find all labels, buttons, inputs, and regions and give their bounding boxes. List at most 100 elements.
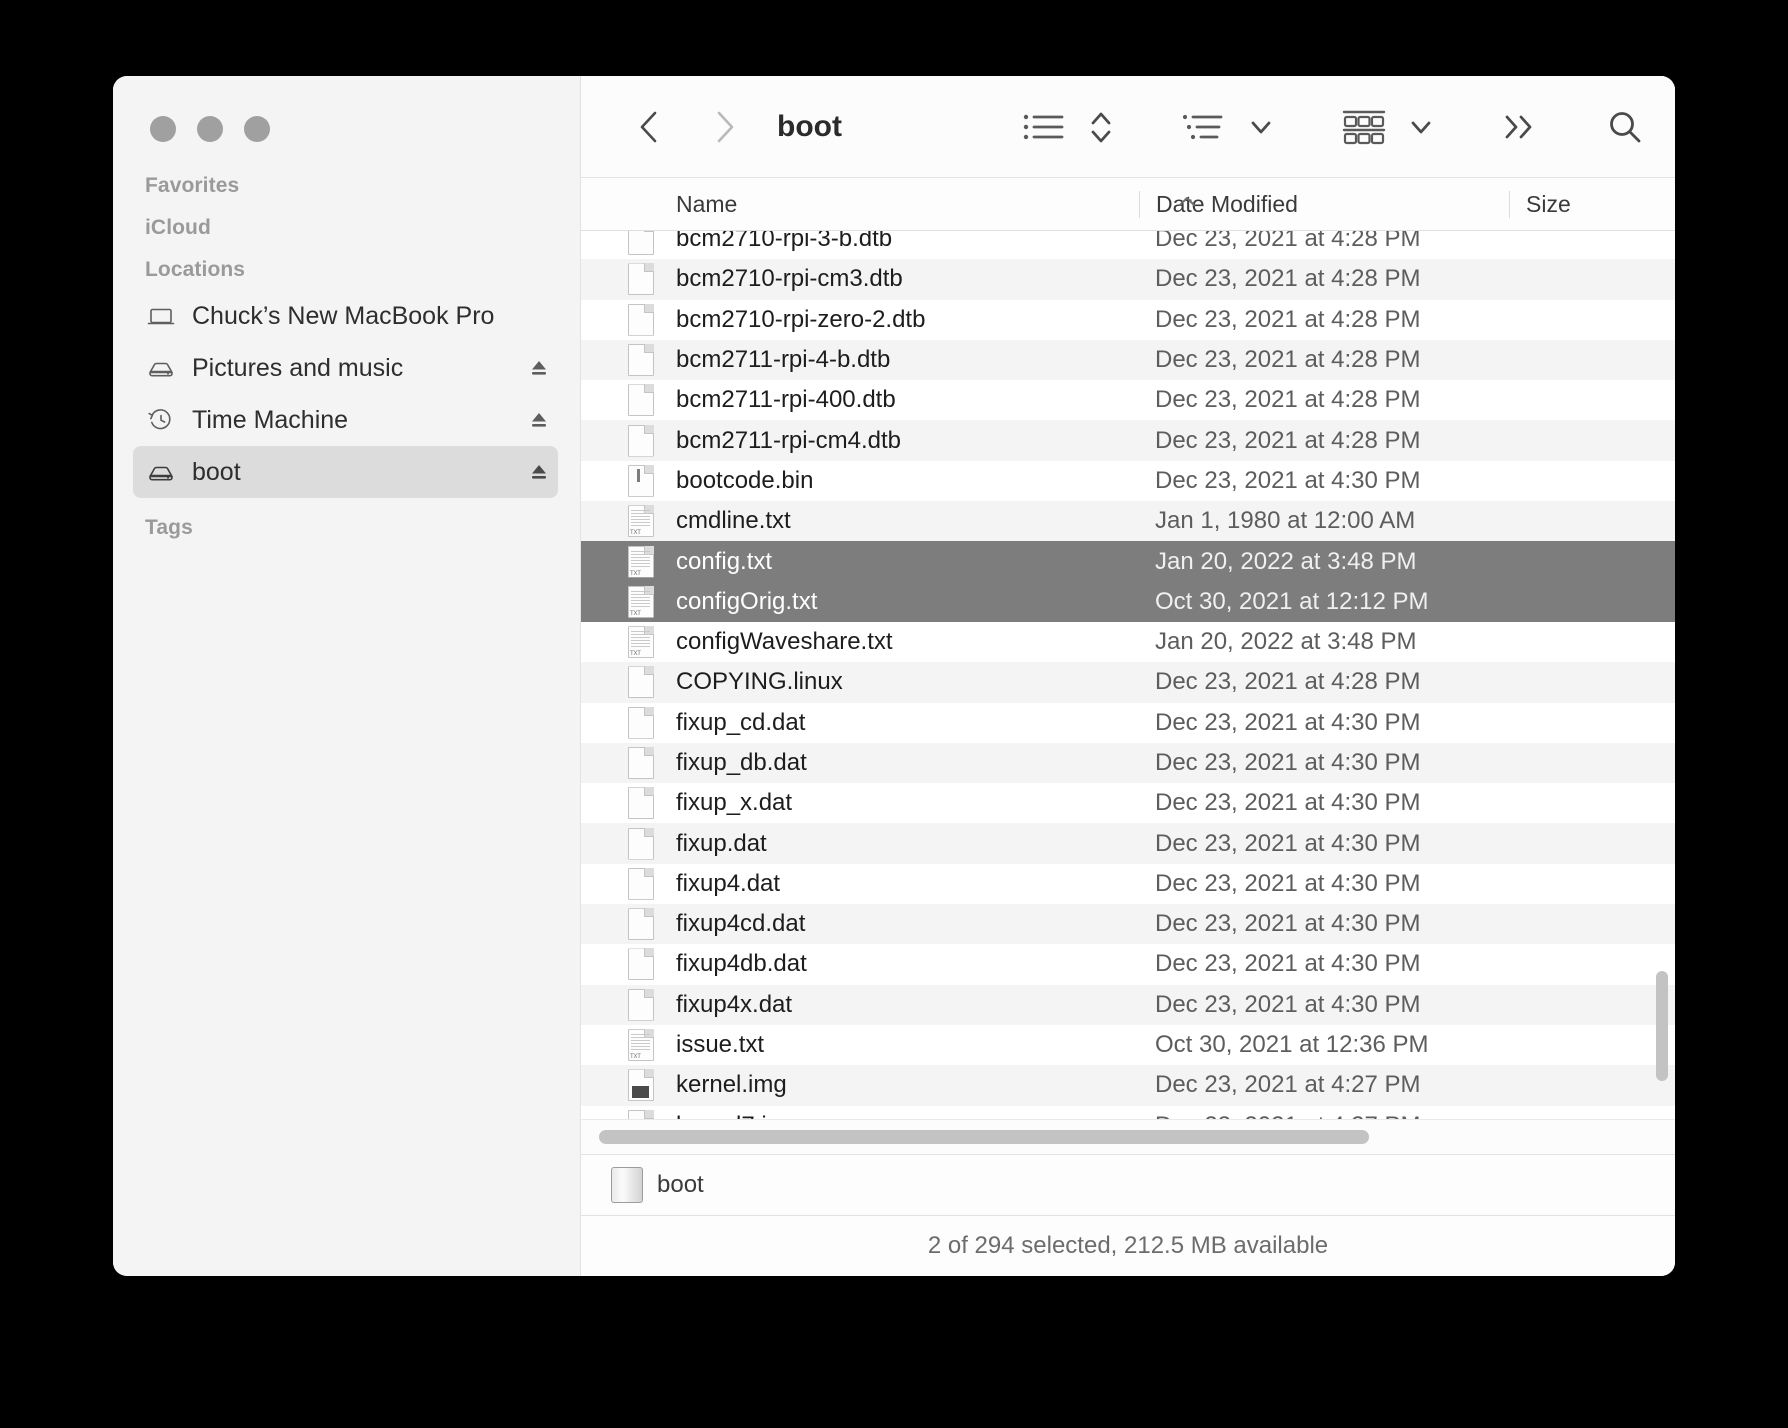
group-by-chevron-icon[interactable] [1233, 101, 1281, 153]
eject-icon[interactable] [526, 355, 552, 381]
file-name-cell: cmdline.txt [676, 507, 791, 535]
generic-file-icon [628, 666, 654, 699]
eject-icon[interactable] [526, 459, 552, 485]
file-row[interactable]: bcm2711-rpi-400.dtb Dec 23, 2021 at 4:28 … [581, 380, 1675, 420]
back-button[interactable] [625, 102, 675, 152]
eject-icon[interactable] [526, 407, 552, 433]
file-icon-cell: TXT [581, 626, 676, 659]
finder-sidebar: Favorites iCloud Locations Chuck’s New M… [113, 76, 581, 1276]
finder-main-pane: boot Name Date Modified Size bcm2710-rpi… [581, 76, 1675, 1276]
column-header-name[interactable]: Name [581, 191, 1139, 218]
sort-ascending-icon[interactable] [1176, 193, 1198, 215]
file-name-cell: bcm2710-rpi-zero-2.dtb [676, 305, 926, 333]
file-row[interactable]: bootcode.bin Dec 23, 2021 at 4:30 PM [581, 461, 1675, 501]
file-row[interactable]: COPYING.linux Dec 23, 2021 at 4:28 PM [581, 662, 1675, 703]
more-toolbar-icon[interactable] [1495, 101, 1545, 153]
file-date-cell: Jan 20, 2022 at 3:48 PM [1155, 628, 1417, 656]
sidebar-item-pictures-and-music[interactable]: Pictures and music [133, 342, 558, 394]
file-date-cell: Dec 23, 2021 at 4:27 PM [1155, 1071, 1421, 1099]
file-row[interactable]: fixup_cd.dat Dec 23, 2021 at 4:30 PM [581, 703, 1675, 743]
finder-window: Favorites iCloud Locations Chuck’s New M… [113, 76, 1675, 1276]
file-name-cell: fixup4cd.dat [676, 910, 806, 938]
file-list: bcm2710-rpi-3-b.dtb Dec 23, 2021 at 4:28 … [581, 231, 1675, 1119]
file-name-cell: configOrig.txt [676, 587, 818, 615]
sidebar-item-macbook-pro[interactable]: Chuck’s New MacBook Pro [133, 290, 558, 342]
file-row[interactable]: TXT configWaveshare.txt Jan 20, 2022 at 3:… [581, 622, 1675, 662]
file-icon-cell [581, 827, 676, 860]
file-icon-cell [581, 908, 676, 941]
file-row[interactable]: fixup4x.dat Dec 23, 2021 at 4:30 PM [581, 984, 1675, 1025]
file-name-cell: fixup.dat [676, 829, 767, 857]
file-row[interactable]: fixup4db.dat Dec 23, 2021 at 4:30 PM [581, 944, 1675, 984]
column-header-size[interactable]: Size [1509, 190, 1675, 218]
item-arrangement-icon[interactable] [1335, 101, 1393, 153]
sidebar-item-boot[interactable]: boot [133, 446, 558, 498]
file-row[interactable]: fixup4.dat Dec 23, 2021 at 4:30 PM [581, 864, 1675, 904]
file-date-cell: Dec 23, 2021 at 4:28 PM [1155, 386, 1421, 414]
forward-button[interactable] [699, 102, 749, 152]
view-mode-stepper-icon[interactable] [1073, 101, 1121, 153]
file-date-cell: Dec 23, 2021 at 4:30 PM [1155, 466, 1421, 494]
file-date-cell: Jan 1, 1980 at 12:00 AM [1155, 507, 1416, 535]
window-traffic-lights [113, 76, 580, 142]
file-row[interactable]: TXT cmdline.txt Jan 1, 1980 at 12:00 AM [581, 501, 1675, 542]
file-date-cell: Dec 23, 2021 at 4:28 PM [1155, 668, 1421, 696]
file-icon-cell [581, 424, 676, 457]
file-row[interactable]: bcm2711-rpi-cm4.dtb Dec 23, 2021 at 4:28 … [581, 420, 1675, 461]
drive-icon [611, 1167, 643, 1203]
file-icon-cell [581, 666, 676, 699]
search-icon[interactable] [1599, 101, 1651, 153]
file-date-cell: Dec 23, 2021 at 4:28 PM [1155, 231, 1421, 253]
laptop-icon [146, 301, 176, 331]
sidebar-item-time-machine[interactable]: Time Machine [133, 394, 558, 446]
sidebar-section-locations: Locations [145, 258, 246, 281]
close-button[interactable] [150, 116, 176, 142]
file-row[interactable]: fixup_x.dat Dec 23, 2021 at 4:30 PM [581, 783, 1675, 823]
file-date-cell: Oct 30, 2021 at 12:12 PM [1155, 587, 1429, 615]
generic-file-icon [628, 303, 654, 336]
text-file-icon: TXT [628, 1029, 654, 1062]
file-list-scroll-area[interactable]: bcm2710-rpi-3-b.dtb Dec 23, 2021 at 4:28 … [581, 231, 1675, 1119]
horizontal-scrollbar-track[interactable] [581, 1119, 1675, 1154]
file-row[interactable]: bcm2710-rpi-zero-2.dtb Dec 23, 2021 at 4:… [581, 300, 1675, 340]
generic-file-icon [628, 384, 654, 417]
view-mode-list-icon[interactable] [1015, 101, 1073, 153]
file-name-cell: fixup4x.dat [676, 990, 793, 1018]
file-row[interactable]: bcm2711-rpi-4-b.dtb Dec 23, 2021 at 4:28 … [581, 339, 1675, 381]
file-icon-cell: TXT [581, 585, 676, 618]
file-row[interactable]: bcm2710-rpi-3-b.dtb Dec 23, 2021 at 4:28 … [581, 231, 1675, 259]
group-by-icon[interactable] [1175, 101, 1233, 153]
file-date-cell: Dec 23, 2021 at 4:30 PM [1155, 950, 1421, 978]
file-row[interactable]: fixup.dat Dec 23, 2021 at 4:30 PM [581, 823, 1675, 864]
generic-file-icon [628, 747, 654, 779]
zoom-button[interactable] [244, 116, 270, 142]
file-icon-cell [581, 948, 676, 981]
file-name-cell: configWaveshare.txt [676, 628, 893, 656]
path-bar-item-boot[interactable]: boot [657, 1171, 704, 1199]
text-file-icon: TXT [628, 626, 654, 659]
file-row[interactable]: fixup_db.dat Dec 23, 2021 at 4:30 PM [581, 742, 1675, 784]
image-file-icon [628, 1109, 654, 1119]
file-row[interactable]: TXT config.txt Jan 20, 2022 at 3:48 PM [581, 541, 1675, 582]
generic-file-icon [628, 706, 654, 739]
item-arrangement-chevron-icon[interactable] [1393, 101, 1441, 153]
file-row[interactable]: bcm2710-rpi-cm3.dtb Dec 23, 2021 at 4:28 … [581, 259, 1675, 300]
horizontal-scrollbar-thumb[interactable] [599, 1130, 1369, 1144]
minimize-button[interactable] [197, 116, 223, 142]
file-date-cell: Jan 20, 2022 at 3:48 PM [1155, 547, 1417, 575]
file-name-cell: fixup_x.dat [676, 789, 793, 817]
file-name-cell: kernel.img [676, 1071, 787, 1099]
file-row[interactable]: kernel.img Dec 23, 2021 at 4:27 PM [581, 1065, 1675, 1106]
file-row[interactable]: kernel7.imgDec 23, 2021 at 4:27 PM [581, 1106, 1675, 1119]
file-date-cell: Dec 23, 2021 at 4:28 PM [1155, 305, 1421, 333]
vertical-scrollbar[interactable] [1656, 971, 1668, 1081]
external-drive-icon [146, 353, 176, 383]
file-row[interactable]: TXT configOrig.txt Oct 30, 2021 at 12:12 P… [581, 581, 1675, 622]
page-title: boot [777, 109, 842, 143]
file-row[interactable]: fixup4cd.dat Dec 23, 2021 at 4:30 PM [581, 904, 1675, 945]
file-row[interactable]: TXT issue.txt Oct 30, 2021 at 12:36 PM [581, 1025, 1675, 1065]
file-name-cell: bcm2711-rpi-400.dtb [676, 386, 896, 414]
generic-file-icon [628, 827, 654, 860]
file-name-cell: bootcode.bin [676, 466, 814, 494]
file-name-cell: fixup_db.dat [676, 749, 807, 776]
